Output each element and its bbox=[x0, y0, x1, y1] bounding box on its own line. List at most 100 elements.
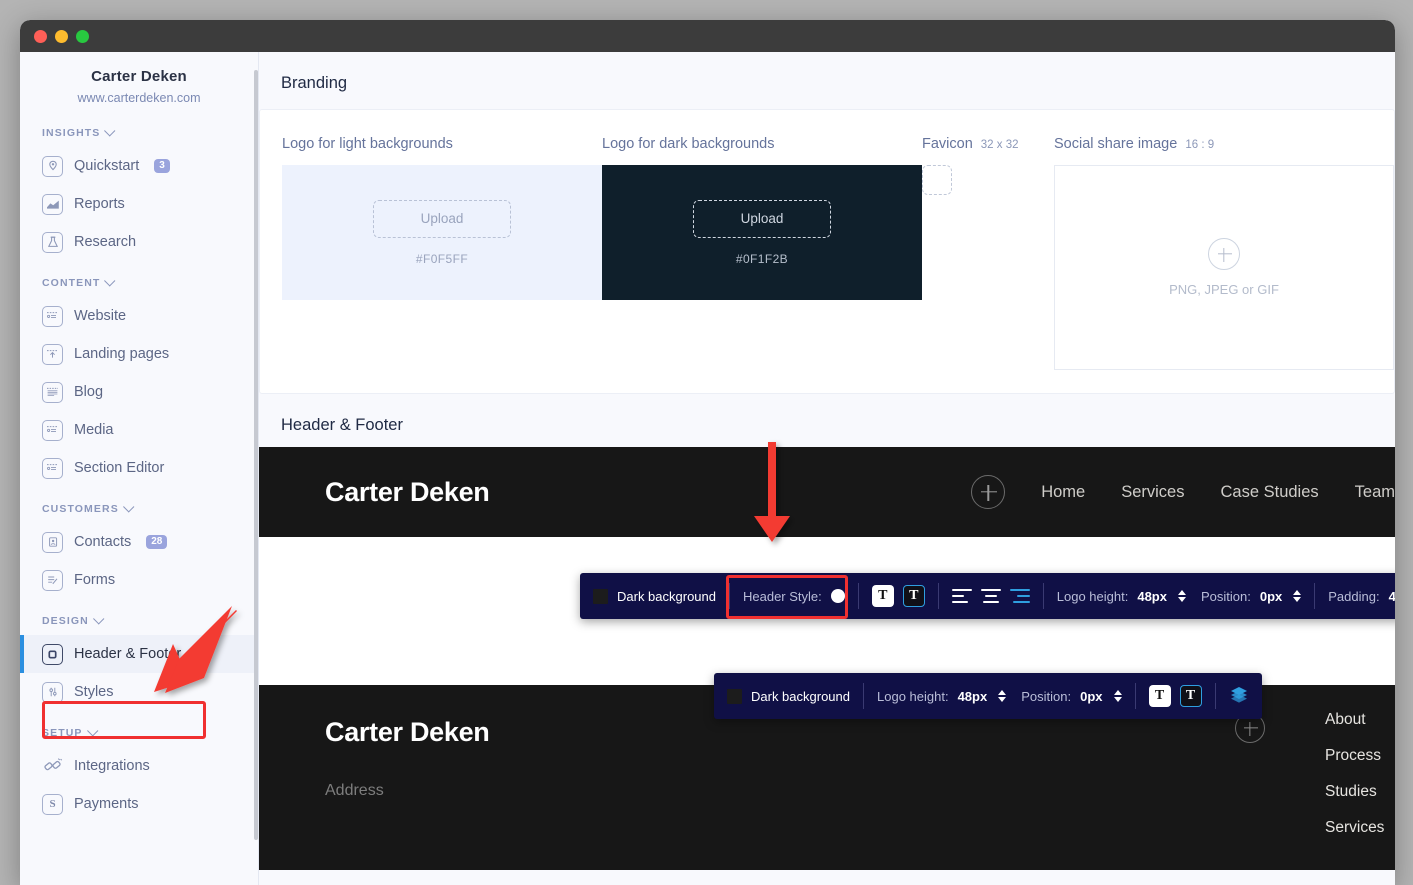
position-stepper[interactable] bbox=[1114, 690, 1122, 702]
sidebar: Carter Deken www.carterdeken.com INSIGHT… bbox=[20, 52, 258, 885]
align-right-icon[interactable] bbox=[1010, 589, 1030, 603]
social-share-dropzone[interactable]: PNG, JPEG or GIF bbox=[1054, 165, 1394, 370]
logo-light-upload-button[interactable]: Upload bbox=[373, 200, 511, 238]
text-dark-button[interactable]: T bbox=[1180, 685, 1202, 707]
favicon-dropzone[interactable] bbox=[922, 165, 952, 195]
contact-card-icon bbox=[42, 532, 63, 553]
header-nav-link[interactable]: Services bbox=[1121, 483, 1184, 502]
footer-link[interactable]: Studies bbox=[1325, 783, 1395, 801]
toolbar-logo-height-group[interactable]: Logo height: 48px Position: 0px bbox=[1044, 573, 1315, 619]
chevron-down-icon bbox=[87, 725, 98, 736]
sidebar-item-contacts[interactable]: Contacts 28 bbox=[20, 523, 258, 561]
sidebar-brand-url[interactable]: www.carterdeken.com bbox=[20, 91, 258, 105]
logo-dark-upload-button[interactable]: Upload bbox=[693, 200, 831, 238]
header-style-circle-icon[interactable] bbox=[831, 589, 845, 603]
position-value[interactable]: 0px bbox=[1080, 689, 1102, 704]
sidebar-item-blog[interactable]: Blog bbox=[20, 373, 258, 411]
text-dark-button[interactable]: T bbox=[903, 585, 925, 607]
footer-text-color-group[interactable]: T T bbox=[1136, 673, 1215, 719]
main-content: Branding Logo for light backgrounds Uplo… bbox=[258, 52, 1395, 885]
footer-address-placeholder[interactable]: Address bbox=[325, 782, 1395, 800]
social-format-hint: PNG, JPEG or GIF bbox=[1169, 282, 1279, 297]
header-preview-logo[interactable]: Carter Deken bbox=[325, 477, 489, 508]
nav-group-customers[interactable]: CUSTOMERS bbox=[20, 503, 258, 515]
toolbar-align-group[interactable] bbox=[939, 573, 1043, 619]
sidebar-item-section-editor[interactable]: Section Editor bbox=[20, 449, 258, 487]
sidebar-item-label: Contacts bbox=[74, 534, 131, 550]
logo-height-label: Logo height: bbox=[877, 689, 949, 704]
align-left-icon[interactable] bbox=[952, 589, 972, 603]
logo-dark-label: Logo for dark backgrounds bbox=[602, 136, 922, 152]
logo-dark-dropzone[interactable]: Upload #0F1F2B bbox=[602, 165, 922, 300]
sidebar-item-landing-pages[interactable]: Landing pages bbox=[20, 335, 258, 373]
header-nav-link[interactable]: Team bbox=[1355, 483, 1395, 502]
window-titlebar bbox=[20, 20, 1395, 52]
branding-section-title: Branding bbox=[259, 52, 1395, 109]
nav-group-insights[interactable]: INSIGHTS bbox=[20, 127, 258, 139]
chevron-down-icon bbox=[93, 613, 104, 624]
sidebar-item-reports[interactable]: Reports bbox=[20, 185, 258, 223]
window-close-button[interactable] bbox=[34, 30, 47, 43]
logo-height-value[interactable]: 48px bbox=[1137, 589, 1167, 604]
plug-icon bbox=[42, 756, 63, 777]
sidebar-item-label: Website bbox=[74, 308, 126, 324]
footer-logo-height-group[interactable]: Logo height: 48px Position: 0px bbox=[864, 673, 1135, 719]
nav-group-design[interactable]: DESIGN bbox=[20, 615, 258, 627]
logo-height-stepper[interactable] bbox=[998, 690, 1006, 702]
nav-group-content[interactable]: CONTENT bbox=[20, 277, 258, 289]
toolbar-text-color-group[interactable]: T T bbox=[859, 573, 938, 619]
sidebar-item-forms[interactable]: Forms bbox=[20, 561, 258, 599]
nav-group-setup[interactable]: SETUP bbox=[20, 727, 258, 739]
favicon-column: Favicon 32 x 32 bbox=[922, 136, 1054, 393]
toolbar-padding-group[interactable]: Padding: 4 bbox=[1315, 573, 1395, 619]
sidebar-item-label: Research bbox=[74, 234, 136, 250]
footer-preview-logo[interactable]: Carter Deken bbox=[325, 717, 1395, 748]
header-nav-link[interactable]: Case Studies bbox=[1221, 483, 1319, 502]
footer-style-toolbar[interactable]: Dark background Logo height: 48px Positi… bbox=[714, 673, 1262, 719]
logo-light-dropzone[interactable]: Upload #F0F5FF bbox=[282, 165, 602, 300]
sidebar-item-media[interactable]: Media bbox=[20, 411, 258, 449]
nav-group-customers-label: CUSTOMERS bbox=[42, 503, 119, 515]
favicon-label-text: Favicon bbox=[922, 136, 973, 152]
sidebar-item-label: Blog bbox=[74, 384, 103, 400]
browser-upload-icon bbox=[42, 344, 63, 365]
logo-height-stepper[interactable] bbox=[1178, 590, 1186, 602]
position-value[interactable]: 0px bbox=[1260, 589, 1282, 604]
dark-background-swatch[interactable] bbox=[727, 689, 742, 704]
favicon-label: Favicon 32 x 32 bbox=[922, 136, 1054, 152]
nav-group-content-label: CONTENT bbox=[42, 277, 100, 289]
sidebar-item-quickstart[interactable]: Quickstart 3 bbox=[20, 147, 258, 185]
sidebar-item-research[interactable]: Research bbox=[20, 223, 258, 261]
window-maximize-button[interactable] bbox=[76, 30, 89, 43]
blog-lines-icon bbox=[42, 382, 63, 403]
logo-light-label: Logo for light backgrounds bbox=[282, 136, 602, 152]
footer-link[interactable]: Services bbox=[1325, 819, 1395, 837]
text-light-button[interactable]: T bbox=[1149, 685, 1171, 707]
footer-layers-group[interactable] bbox=[1216, 673, 1262, 719]
sidebar-item-header-footer[interactable]: Header & Footer bbox=[20, 635, 258, 673]
sidebar-item-label: Quickstart bbox=[74, 158, 139, 174]
footer-link[interactable]: Process bbox=[1325, 747, 1395, 765]
header-nav-link[interactable]: Home bbox=[1041, 483, 1085, 502]
position-stepper[interactable] bbox=[1293, 590, 1301, 602]
browser-window-icon bbox=[42, 420, 63, 441]
toolbar-header-style-group[interactable]: Header Style: bbox=[730, 573, 858, 619]
toolbar-dark-background-group[interactable]: Dark background bbox=[580, 573, 729, 619]
text-light-button[interactable]: T bbox=[872, 585, 894, 607]
sidebar-item-website[interactable]: Website bbox=[20, 297, 258, 335]
logo-height-value[interactable]: 48px bbox=[958, 689, 988, 704]
align-center-icon[interactable] bbox=[981, 589, 1001, 603]
dark-background-swatch[interactable] bbox=[593, 589, 608, 604]
footer-dark-background-group[interactable]: Dark background bbox=[714, 673, 863, 719]
chart-area-icon bbox=[42, 194, 63, 215]
window-minimize-button[interactable] bbox=[55, 30, 68, 43]
layers-icon[interactable] bbox=[1229, 685, 1249, 708]
header-style-toolbar[interactable]: Dark background Header Style: T T Logo h… bbox=[580, 573, 1395, 619]
sidebar-item-integrations[interactable]: Integrations bbox=[20, 747, 258, 785]
padding-value[interactable]: 4 bbox=[1389, 589, 1395, 604]
footer-link[interactable]: About bbox=[1325, 711, 1395, 729]
plus-circle-icon[interactable] bbox=[971, 475, 1005, 509]
chevron-down-icon bbox=[104, 125, 115, 136]
sidebar-item-styles[interactable]: Styles bbox=[20, 673, 258, 711]
sidebar-item-payments[interactable]: S Payments bbox=[20, 785, 258, 823]
